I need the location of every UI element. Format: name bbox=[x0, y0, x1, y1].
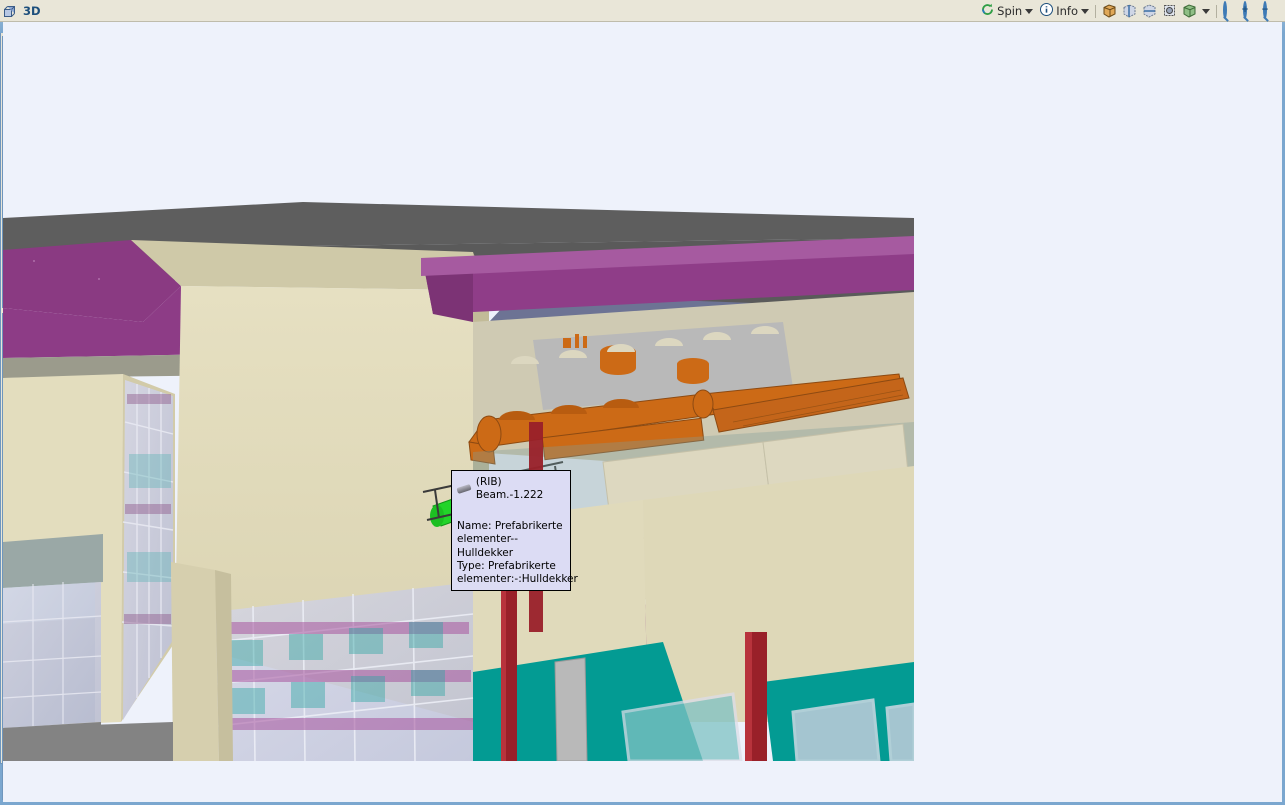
green-cube-icon[interactable] bbox=[1182, 3, 1199, 19]
view-3d-toolbar: Spin Info + − bbox=[981, 1, 1280, 20]
spin-icon bbox=[981, 3, 994, 19]
zoom-in-icon[interactable]: + bbox=[1241, 1, 1260, 19]
element-tooltip: (RIB) Beam.-1.222 Name: Prefabrikerte el… bbox=[451, 470, 578, 591]
bim-3d-scene bbox=[3, 22, 1282, 802]
view-toolbar-divider bbox=[1095, 4, 1096, 18]
info-label: Info bbox=[1056, 4, 1078, 18]
view-3d-cube-icon bbox=[4, 4, 18, 18]
view-toolbar-divider-2 bbox=[1216, 4, 1217, 18]
cube-section-a-icon[interactable] bbox=[1122, 3, 1139, 19]
zoom-out-icon[interactable]: − bbox=[1261, 1, 1280, 19]
tooltip-header: (RIB) Beam.-1.222 bbox=[456, 476, 565, 502]
paint-cube-icon[interactable] bbox=[1162, 3, 1179, 19]
tooltip-header-label: (RIB) Beam.-1.222 bbox=[475, 476, 544, 502]
view-3d-panel: 3D Spin Info + − (RIB) Beam.-1.222 Name:… bbox=[0, 0, 1285, 802]
tooltip-body: Name: Prefabrikerte elementer--Hulldekke… bbox=[457, 520, 578, 585]
view-3d-canvas[interactable]: (RIB) Beam.-1.222 Name: Prefabrikerte el… bbox=[3, 22, 1282, 802]
render-mode-dropdown-icon[interactable] bbox=[1202, 8, 1210, 14]
info-tool[interactable]: Info bbox=[1040, 3, 1089, 19]
spin-tool[interactable]: Spin bbox=[981, 3, 1034, 19]
spin-dropdown-icon[interactable] bbox=[1025, 8, 1034, 14]
beam-icon bbox=[456, 484, 472, 495]
info-dropdown-icon[interactable] bbox=[1081, 8, 1089, 14]
view-3d-title: 3D bbox=[23, 4, 41, 18]
cube-solid-icon[interactable] bbox=[1102, 3, 1119, 19]
zoom-window-icon[interactable] bbox=[1223, 1, 1240, 19]
cube-section-b-icon[interactable] bbox=[1142, 3, 1159, 19]
view-3d-header: 3D Spin Info + − bbox=[0, 0, 1285, 22]
info-icon bbox=[1040, 3, 1054, 19]
spin-label: Spin bbox=[997, 4, 1023, 18]
bim-model-render bbox=[3, 22, 914, 761]
